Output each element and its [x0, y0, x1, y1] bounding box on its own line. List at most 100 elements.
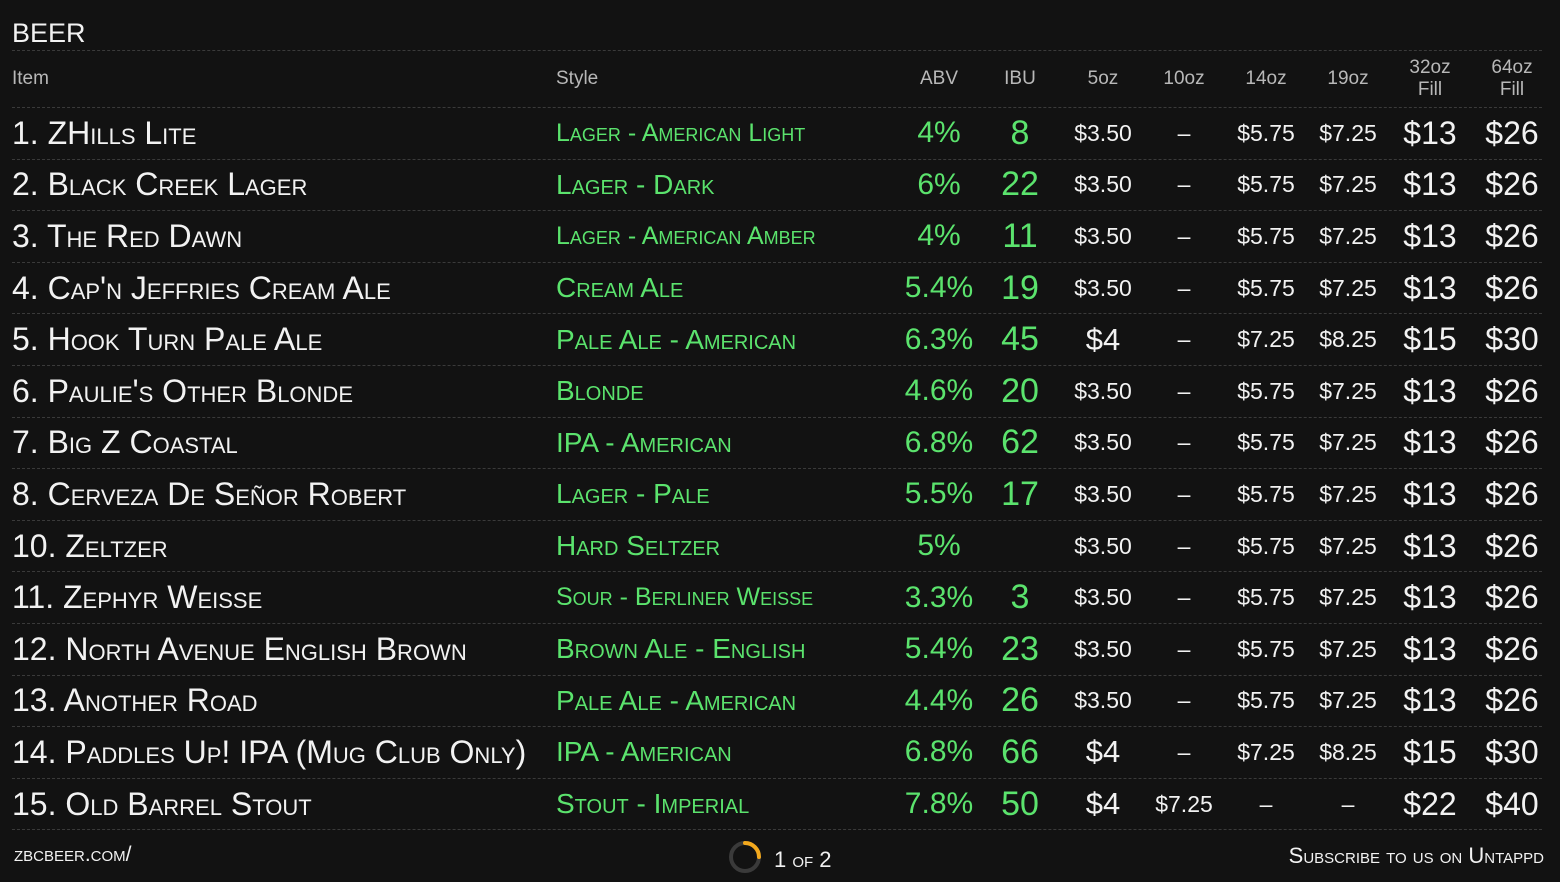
- price-5oz: $4: [1085, 786, 1121, 822]
- untappd-brand: Untappd: [1468, 843, 1544, 868]
- header-style: Style: [556, 68, 599, 89]
- price-64oz-fill: $40: [1485, 785, 1539, 822]
- beer-ibu: 66: [1001, 732, 1039, 771]
- beer-ibu: 3: [1010, 578, 1030, 617]
- price-19oz: $7.25: [1319, 119, 1377, 146]
- beer-abv: 6.8%: [904, 735, 974, 769]
- price-10oz: –: [1177, 584, 1191, 611]
- price-14oz: $5.75: [1237, 222, 1295, 249]
- beer-rows: 1. ZHills Lite Lager - American Light 4% 8 $…: [12, 108, 1542, 831]
- beer-ibu: 11: [1002, 216, 1038, 255]
- price-5oz: $3.50: [1074, 584, 1132, 611]
- subscribe-untappd[interactable]: Subscribe to us on Untappd: [1289, 843, 1544, 869]
- beer-style: Lager - American Light: [556, 118, 806, 147]
- beer-ibu: 45: [1001, 320, 1039, 359]
- beer-name: 7. Big Z Coastal: [12, 424, 238, 461]
- price-32oz-fill: $13: [1403, 579, 1457, 616]
- beer-ibu: 62: [1001, 423, 1039, 462]
- beer-abv: 4%: [917, 116, 961, 150]
- price-19oz: $7.25: [1319, 274, 1377, 301]
- beer-style: Hard Seltzer: [556, 530, 721, 562]
- price-64oz-fill: $26: [1485, 372, 1539, 409]
- price-14oz: $5.75: [1237, 480, 1295, 507]
- table-row: 1. ZHills Lite Lager - American Light 4% 8 $…: [12, 108, 1542, 160]
- beer-name: 1. ZHills Lite: [12, 114, 197, 151]
- price-19oz: $7.25: [1319, 377, 1377, 404]
- price-5oz: $3.50: [1074, 429, 1132, 456]
- price-14oz: $5.75: [1237, 171, 1295, 198]
- beer-name: 11. Zephyr Weisse: [12, 579, 263, 616]
- beer-name: 15. Old Barrel Stout: [12, 785, 312, 822]
- table-row: 15. Old Barrel Stout Stout - Imperial 7.8%…: [12, 779, 1542, 831]
- beer-abv: 5.4%: [904, 632, 974, 666]
- price-64oz-fill: $26: [1485, 166, 1539, 203]
- header-5oz: 5oz: [1087, 68, 1119, 89]
- price-64oz-fill: $26: [1485, 527, 1539, 564]
- price-14oz: $5.75: [1237, 119, 1295, 146]
- beer-style: Stout - Imperial: [556, 788, 750, 820]
- price-64oz-fill: $26: [1485, 424, 1539, 461]
- price-32oz-fill: $13: [1403, 269, 1457, 306]
- beer-name: 5. Hook Turn Pale Ale: [12, 321, 323, 358]
- table-row: 14. Paddles Up! IPA (Mug Club Only) IPA -…: [12, 727, 1542, 779]
- price-10oz: –: [1177, 377, 1191, 404]
- beer-ibu: 50: [1001, 784, 1039, 823]
- header-19oz: 19oz: [1327, 68, 1369, 89]
- beer-ibu: 23: [1001, 629, 1039, 668]
- header-abv: ABV: [919, 68, 959, 89]
- price-5oz: $3.50: [1074, 222, 1132, 249]
- price-10oz: –: [1177, 532, 1191, 559]
- price-10oz: $7.25: [1155, 790, 1213, 817]
- price-64oz-fill: $26: [1485, 630, 1539, 667]
- price-10oz: –: [1177, 326, 1191, 353]
- price-10oz: –: [1177, 119, 1191, 146]
- table-row: 10. Zeltzer Hard Seltzer 5% $3.50 – $5.75 $7.2…: [12, 521, 1542, 573]
- header-64oz-line1: 64oz: [1491, 57, 1533, 78]
- beer-menu-table: Item Style ABV IBU 5oz 10oz 14oz 19oz 32…: [12, 50, 1542, 831]
- beer-abv: 4.6%: [904, 374, 974, 408]
- price-14oz: $5.75: [1237, 687, 1295, 714]
- page-indicator-label: 1 of 2: [774, 847, 832, 872]
- price-14oz: $5.75: [1237, 635, 1295, 662]
- header-ibu: IBU: [1004, 68, 1036, 89]
- beer-abv: 3.3%: [904, 580, 974, 614]
- price-19oz: $8.25: [1319, 326, 1377, 353]
- beer-style: IPA - American: [556, 426, 732, 458]
- price-10oz: –: [1177, 480, 1191, 507]
- page-indicator: 1 of 2: [728, 840, 832, 880]
- subscribe-text: Subscribe to us on: [1288, 843, 1463, 868]
- table-row: 6. Paulie's Other Blonde Blonde 4.6% 20 $3.5…: [12, 366, 1542, 418]
- price-32oz-fill: $13: [1403, 372, 1457, 409]
- beer-abv: 6.3%: [904, 322, 974, 356]
- loading-ring-icon: [728, 840, 762, 880]
- header-item: Item: [12, 68, 49, 89]
- beer-style: IPA - American: [556, 736, 732, 768]
- price-19oz: –: [1341, 790, 1355, 817]
- header-64oz-line2: Fill: [1499, 79, 1525, 100]
- price-64oz-fill: $30: [1485, 733, 1539, 770]
- section-title: BEER: [12, 18, 86, 48]
- price-10oz: –: [1177, 222, 1191, 249]
- table-row: 11. Zephyr Weisse Sour - Berliner Weisse 3…: [12, 572, 1542, 624]
- price-32oz-fill: $13: [1403, 527, 1457, 564]
- beer-style: Lager - American Amber: [556, 221, 816, 250]
- price-19oz: $7.25: [1319, 687, 1377, 714]
- price-64oz-fill: $26: [1485, 269, 1539, 306]
- website-link[interactable]: zbcbeer.com/: [14, 843, 132, 867]
- beer-abv: 7.8%: [904, 787, 974, 821]
- price-5oz: $3.50: [1074, 532, 1132, 559]
- beer-abv: 5.4%: [904, 271, 974, 305]
- beer-ibu: 26: [1001, 681, 1039, 720]
- price-19oz: $8.25: [1319, 738, 1377, 765]
- beer-name: 6. Paulie's Other Blonde: [12, 372, 353, 409]
- price-5oz: $3.50: [1074, 377, 1132, 404]
- header-14oz: 14oz: [1245, 68, 1287, 89]
- price-32oz-fill: $13: [1403, 217, 1457, 254]
- beer-name: 3. The Red Dawn: [12, 217, 243, 254]
- table-row: 13. Another Road Pale Ale - American 4.4% 2…: [12, 676, 1542, 728]
- price-14oz: $5.75: [1237, 584, 1295, 611]
- table-row: 3. The Red Dawn Lager - American Amber 4% 1…: [12, 211, 1542, 263]
- beer-abv: 5%: [917, 529, 961, 563]
- price-14oz: $7.25: [1237, 738, 1295, 765]
- price-19oz: $7.25: [1319, 532, 1377, 559]
